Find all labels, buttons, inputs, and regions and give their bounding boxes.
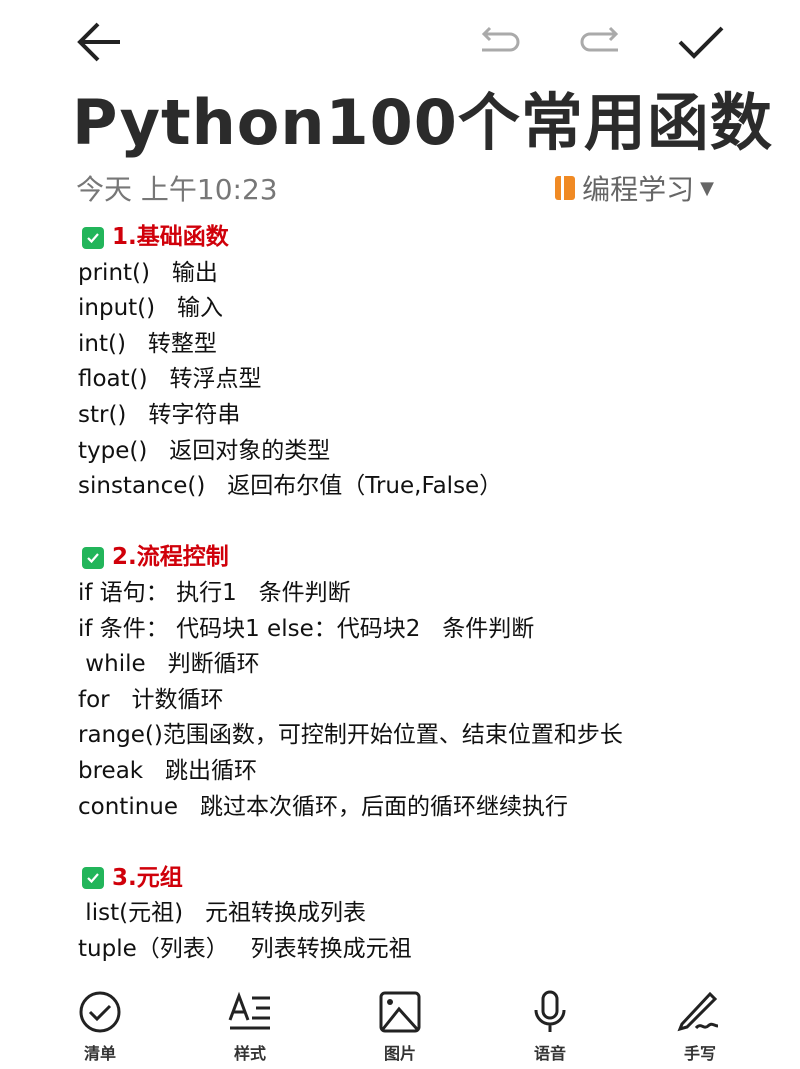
bottom-toolbar: 清单 样式 图片 语音 手写 xyxy=(0,990,800,1064)
toolbar-button-microphone[interactable]: 语音 xyxy=(505,990,595,1064)
toolbar-label: 手写 xyxy=(683,1044,716,1063)
image-icon xyxy=(378,990,422,1034)
checkbox-checked-icon xyxy=(82,867,104,890)
section-heading: 1.基础函数 xyxy=(78,220,623,256)
text-style-icon xyxy=(226,990,274,1034)
back-arrow-icon[interactable] xyxy=(76,20,124,64)
undo-icon[interactable] xyxy=(476,20,524,64)
note-line: while 判断循环 xyxy=(78,651,260,678)
note-line: float() 转浮点型 xyxy=(78,366,262,393)
checklist-icon xyxy=(78,990,122,1034)
note-line: int() 转整型 xyxy=(78,330,217,357)
note-line: if 语句： 执行1 条件判断 xyxy=(78,579,351,606)
note-title[interactable]: Python100个常用函数 xyxy=(72,72,773,162)
section-heading-text: 2.流程控制 xyxy=(112,544,229,571)
note-line: str() 转字符串 xyxy=(78,401,241,428)
note-line: for 计数循环 xyxy=(78,686,224,713)
toolbar-label: 图片 xyxy=(383,1044,416,1063)
checkbox-checked-icon xyxy=(82,226,104,249)
note-line: break 跳出循环 xyxy=(78,757,258,784)
notebook-icon xyxy=(555,176,576,200)
note-line: continue 跳过本次循环，后面的循环继续执行 xyxy=(78,793,568,820)
section-heading-text: 3.元组 xyxy=(112,864,183,891)
redo-icon[interactable] xyxy=(576,20,624,64)
timestamp: 今天 上午10:23 xyxy=(76,173,278,206)
folder-selector[interactable]: 编程学习 ▼ xyxy=(554,168,714,208)
note-line: type() 返回对象的类型 xyxy=(78,437,331,464)
section-heading: 2.流程控制 xyxy=(78,540,623,576)
toolbar-button-image[interactable]: 图片 xyxy=(355,990,445,1064)
note-line: list(元祖) 元祖转换成列表 xyxy=(78,900,366,927)
toolbar-button-handwriting[interactable]: 手写 xyxy=(655,990,745,1064)
microphone-icon xyxy=(528,990,572,1034)
note-line: print() 输出 xyxy=(78,259,218,286)
note-line: if 条件： 代码块1 else：代码块2 条件判断 xyxy=(78,615,535,642)
note-line: range()范围函数，可控制开始位置、结束位置和步长 xyxy=(78,722,623,749)
handwriting-icon xyxy=(676,990,724,1034)
note-line: input() 输入 xyxy=(78,295,224,322)
note-body[interactable]: 1.基础函数 print() 输出 input() 输入 int() 转整型 float… xyxy=(78,220,623,967)
checkbox-checked-icon xyxy=(82,547,104,570)
section-heading-text: 1.基础函数 xyxy=(112,224,229,250)
folder-name: 编程学习 xyxy=(582,173,695,206)
toolbar-label: 样式 xyxy=(233,1044,266,1063)
toolbar-label: 清单 xyxy=(83,1044,116,1063)
note-line: tuple（列表） 列表转换成元祖 xyxy=(78,935,412,962)
note-line: sinstance() 返回布尔值（True,False） xyxy=(78,473,503,500)
section-heading: 3.元组 xyxy=(78,861,623,897)
toolbar-label: 语音 xyxy=(533,1044,566,1063)
toolbar-button-checklist[interactable]: 清单 xyxy=(55,990,145,1064)
dropdown-caret-icon: ▼ xyxy=(700,177,714,199)
confirm-check-icon[interactable] xyxy=(676,20,726,64)
toolbar-button-text-style[interactable]: 样式 xyxy=(205,990,295,1064)
